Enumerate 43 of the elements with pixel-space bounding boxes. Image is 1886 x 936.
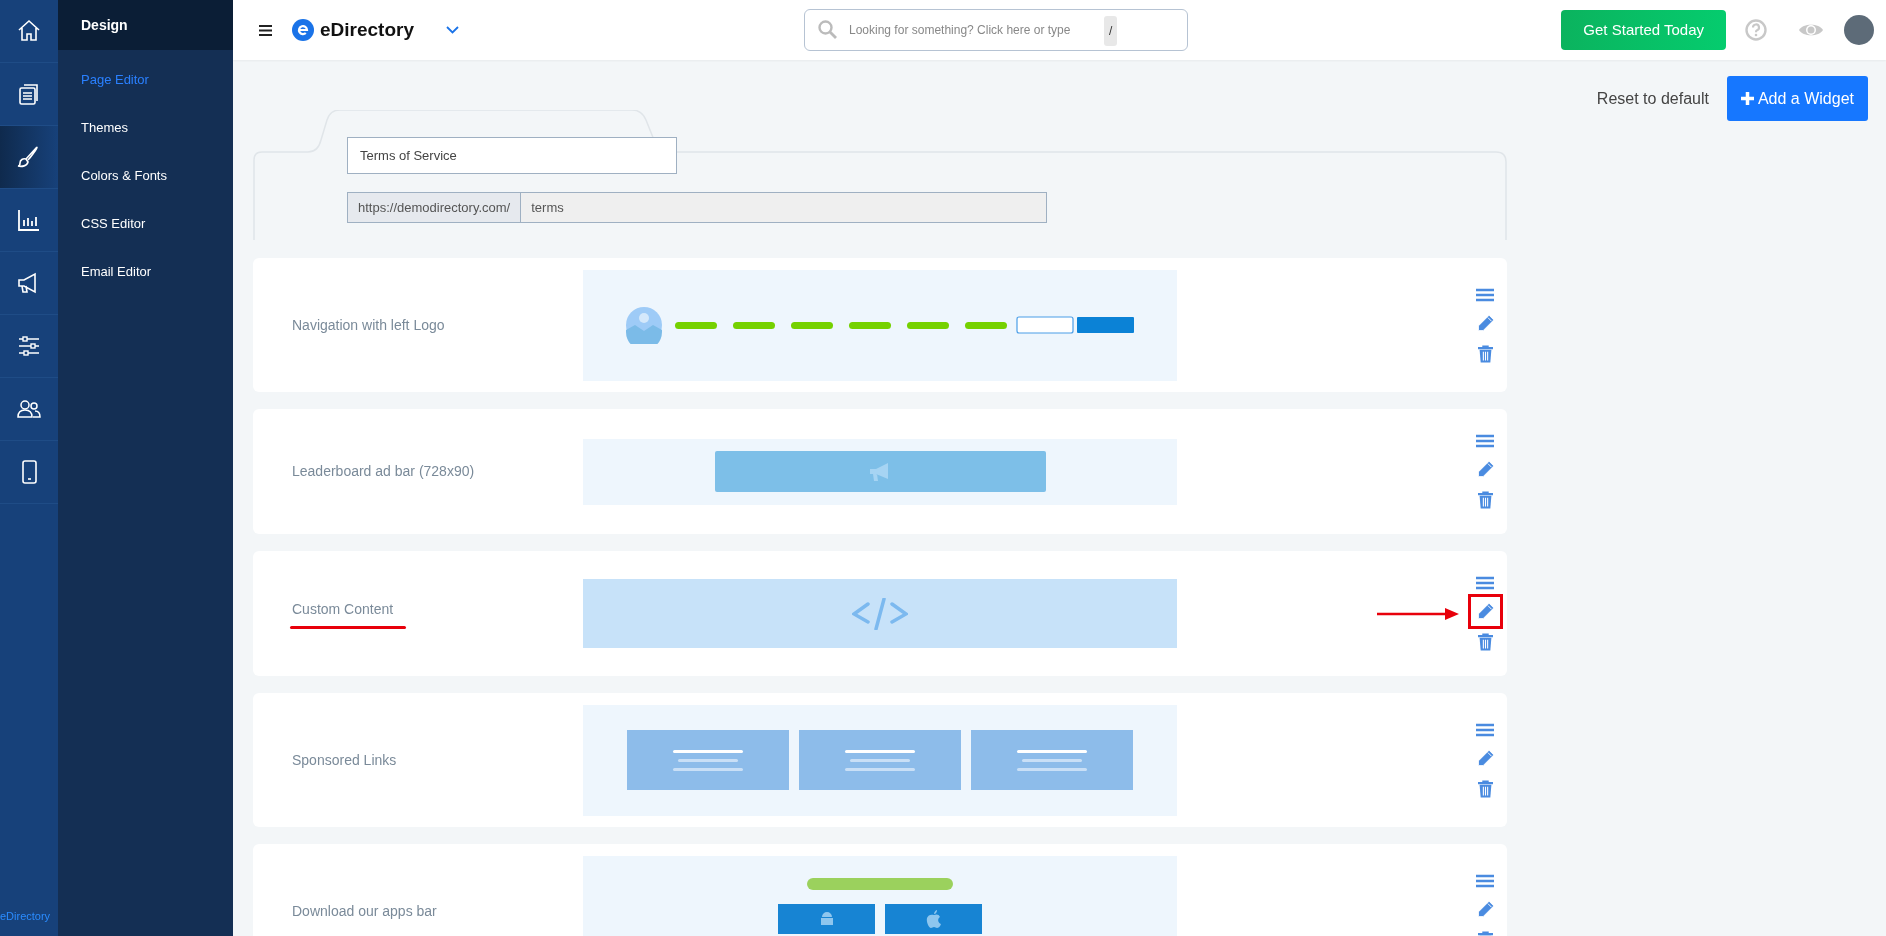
- drag-handle-icon[interactable]: [1476, 873, 1494, 888]
- rail-footer-text: eDirectory: [0, 908, 52, 924]
- widget-label: Download our apps bar: [292, 901, 437, 921]
- chevron-down-icon[interactable]: [446, 26, 459, 34]
- code-icon: [852, 597, 908, 630]
- reset-to-default-link[interactable]: Reset to default: [1596, 86, 1709, 111]
- plus-icon: [1740, 92, 1754, 105]
- pencil-icon: [1475, 748, 1495, 768]
- pencil-icon: [1475, 602, 1495, 621]
- widget-label: Sponsored Links: [292, 750, 397, 770]
- avatar[interactable]: [1844, 15, 1874, 45]
- submenu-item[interactable]: Page Editor: [58, 56, 233, 104]
- menu-icon[interactable]: [259, 24, 272, 36]
- widget-label: Leaderboard ad bar (728x90): [292, 462, 475, 481]
- trash-icon[interactable]: [1477, 779, 1493, 798]
- pencil-icon: [1475, 460, 1495, 479]
- submenu-title: Design: [81, 15, 128, 35]
- drag-handle-icon[interactable]: [1476, 722, 1494, 737]
- apple-icon: [925, 909, 942, 928]
- submenu-item[interactable]: Themes: [58, 104, 233, 152]
- drag-handle-icon[interactable]: [1476, 576, 1494, 590]
- logo-icon: [292, 19, 314, 41]
- trash-icon[interactable]: [1477, 344, 1493, 363]
- add-widget-button[interactable]: Add a Widget: [1726, 76, 1868, 121]
- url-field[interactable]: https://demodirectory.com/ terms: [347, 192, 1047, 223]
- logo-text: eDirectory: [320, 17, 414, 42]
- url-slug: terms: [530, 198, 565, 217]
- drag-handle-icon[interactable]: [1476, 434, 1494, 448]
- submenu-item[interactable]: Colors & Fonts: [58, 152, 233, 200]
- page-title-field[interactable]: Terms of Service: [347, 137, 677, 174]
- url-prefix: https://demodirectory.com/: [348, 193, 522, 222]
- pencil-icon: [1475, 313, 1495, 333]
- edit-button[interactable]: [1467, 594, 1503, 629]
- trash-icon[interactable]: [1477, 491, 1493, 509]
- widget-label: Navigation with left Logo: [292, 315, 445, 335]
- widget-label: Custom Content: [292, 599, 394, 619]
- search-icon: [818, 20, 837, 39]
- keyboard-shortcut: /: [1104, 16, 1118, 46]
- submenu-item[interactable]: Email Editor: [58, 248, 233, 296]
- trash-icon[interactable]: [1477, 633, 1493, 651]
- submenu-item[interactable]: CSS Editor: [58, 200, 233, 248]
- pencil-icon: [1475, 899, 1495, 919]
- drag-handle-icon[interactable]: [1476, 287, 1494, 302]
